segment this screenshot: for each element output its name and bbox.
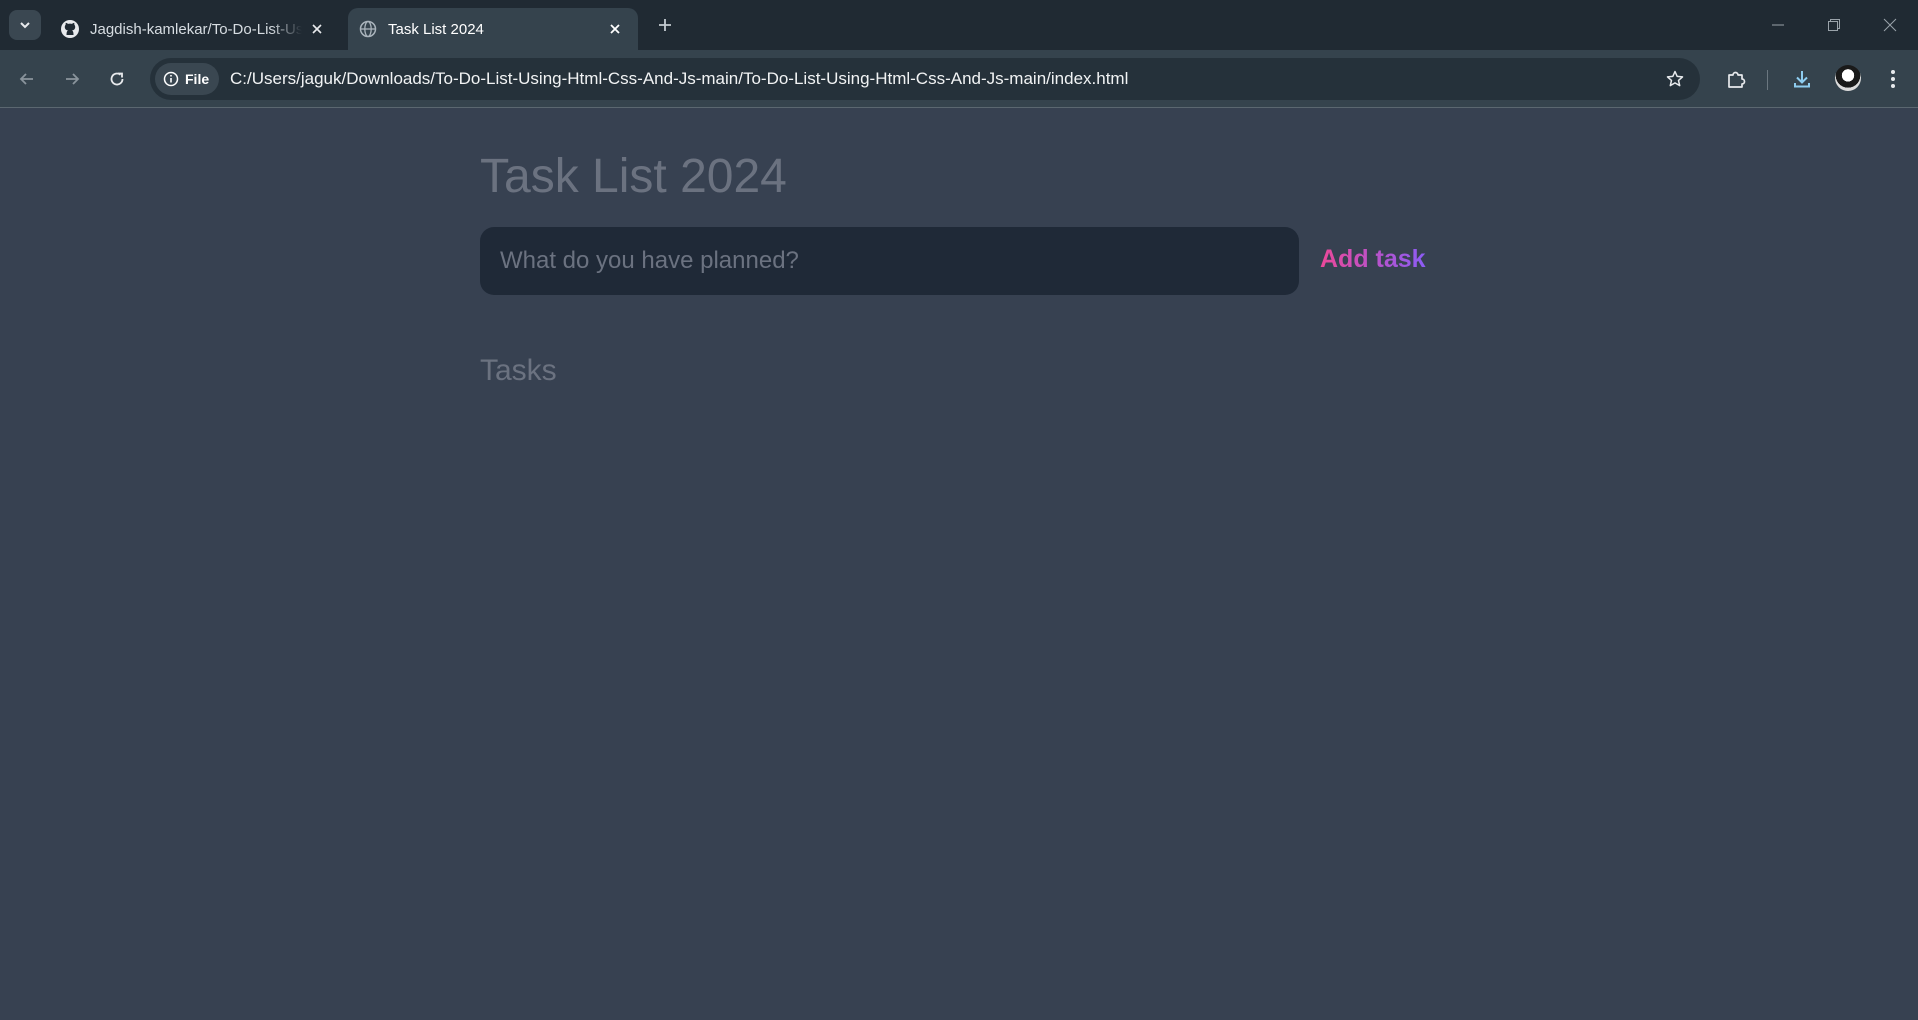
github-icon [60,19,80,39]
close-tab-icon[interactable] [600,14,630,44]
bookmark-button[interactable] [1660,64,1690,94]
reload-icon [110,72,124,86]
forward-button[interactable] [57,64,87,94]
url-text[interactable]: C:/Users/jaguk/Downloads/To-Do-List-Usin… [230,69,1128,89]
menu-button[interactable] [1878,64,1908,94]
reload-button[interactable] [102,64,132,94]
minimize-icon [1772,24,1784,26]
back-button[interactable] [12,64,42,94]
close-tab-icon[interactable] [302,14,332,44]
address-bar[interactable]: File C:/Users/jaguk/Downloads/To-Do-List… [150,58,1700,100]
tab-strip: Jagdish-kamlekar/To-Do-List-Using-Html-C… [0,0,1918,50]
close-icon [1883,18,1897,32]
extensions-button[interactable] [1721,64,1751,94]
info-icon [163,71,179,87]
puzzle-icon [1728,71,1746,88]
arrow-right-icon [66,73,80,85]
minimize-button[interactable] [1750,0,1806,50]
plus-icon [659,19,671,31]
tab-title: Task List 2024 [388,20,484,38]
tab-task-list[interactable]: Task List 2024 [348,8,638,50]
add-task-button[interactable]: Add task [1320,245,1426,274]
downloads-button[interactable] [1787,64,1817,94]
kebab-menu-icon [1891,70,1895,88]
globe-icon [358,19,378,39]
star-icon [1666,70,1684,87]
download-icon [1794,71,1810,88]
tasks-heading: Tasks [480,354,557,387]
profile-avatar[interactable] [1835,65,1861,91]
toolbar-divider [1767,70,1768,90]
browser-window: Jagdish-kamlekar/To-Do-List-Using-Html-C… [0,0,1918,1020]
restore-icon [1828,19,1840,31]
tab-title: Jagdish-kamlekar/To-Do-List-Using-Html-C… [90,20,302,38]
restore-button[interactable] [1806,0,1862,50]
page-title: Task List 2024 [480,150,787,203]
task-input[interactable] [480,227,1299,295]
tab-github[interactable]: Jagdish-kamlekar/To-Do-List-Using-Html-C… [50,8,340,50]
new-tab-button[interactable] [650,10,680,40]
arrow-left-icon [19,73,33,85]
tab-search-button[interactable] [9,10,41,40]
site-info-chip[interactable]: File [155,63,219,95]
close-window-button[interactable] [1862,0,1918,50]
chevron-down-icon [20,22,30,29]
scheme-label: File [185,71,210,87]
page-content: Task List 2024 Add task Tasks [0,109,1918,1020]
browser-toolbar: File C:/Users/jaguk/Downloads/To-Do-List… [0,50,1918,108]
